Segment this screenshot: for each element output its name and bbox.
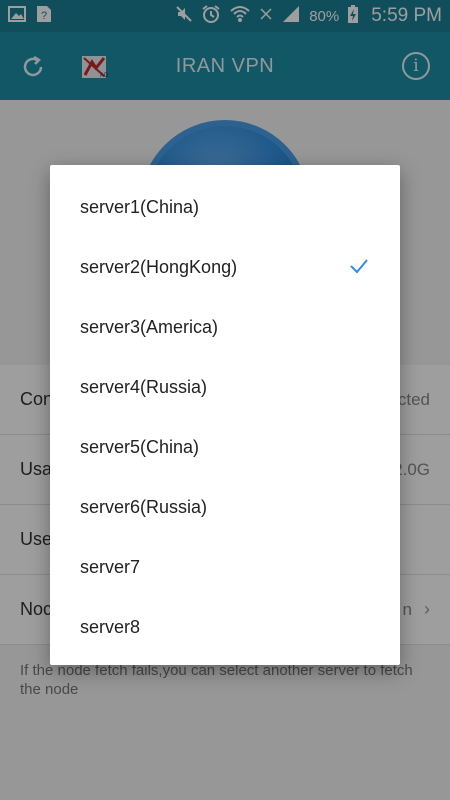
server-option-2[interactable]: server2(HongKong) <box>50 237 400 297</box>
server-option-7[interactable]: server7 <box>50 537 400 597</box>
server-option-label: server8 <box>80 616 141 637</box>
server-option-label: server5(China) <box>80 436 200 457</box>
server-option-label: server2(HongKong) <box>80 256 238 277</box>
server-option-label: server7 <box>80 556 141 577</box>
server-option-label: server3(America) <box>80 316 219 337</box>
checkmark-icon <box>348 255 370 277</box>
server-option-label: server6(Russia) <box>80 496 208 517</box>
server-option-5[interactable]: server5(China) <box>50 417 400 477</box>
server-option-1[interactable]: server1(China) <box>50 177 400 237</box>
server-option-3[interactable]: server3(America) <box>50 297 400 357</box>
server-option-4[interactable]: server4(Russia) <box>50 357 400 417</box>
server-option-label: server1(China) <box>80 196 200 217</box>
server-option-6[interactable]: server6(Russia) <box>50 477 400 537</box>
server-select-dialog: server1(China) server2(HongKong) server3… <box>50 165 400 665</box>
server-option-label: server4(Russia) <box>80 376 208 397</box>
server-option-8[interactable]: server8 <box>50 597 400 657</box>
